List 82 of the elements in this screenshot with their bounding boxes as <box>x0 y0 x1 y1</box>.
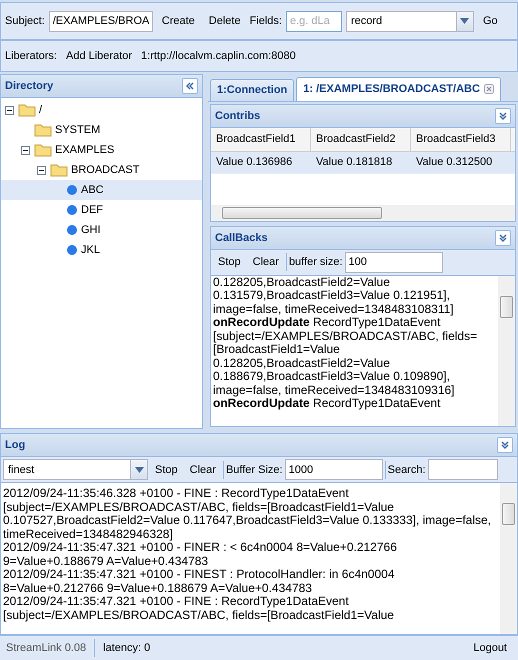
node-dot-icon <box>66 184 78 196</box>
column-header[interactable]: BroadcastField3 <box>411 128 511 151</box>
tree-row[interactable]: GHI <box>1 220 202 240</box>
log-entry: 2012/09/24-11:35:47.321 +0100 - FINE : RecordType1DataEvent [subject=/EXAMPLES/BROADCAST/ABC, fields=[BroadcastField1=Value <box>3 595 395 622</box>
log-entry: 2012/09/24-11:35:47.321 +0100 - FINER : < 6c4n0004 8=Value+0.212766 9=Value+0.188679 A=Value+0.434783 <box>3 541 398 568</box>
stop-button[interactable]: Stop <box>150 462 183 478</box>
double-chevron-down-icon <box>500 440 510 450</box>
caret-down-icon <box>134 466 144 472</box>
folder-icon <box>18 103 36 117</box>
collapse-button[interactable] <box>495 108 511 124</box>
folder-icon <box>34 123 52 137</box>
go-button[interactable]: Go <box>478 13 503 29</box>
tree-row[interactable]: DEF <box>1 200 202 220</box>
callback-entry: onRecordUpdate RecordType1DataEvent <box>213 397 440 411</box>
table-cell-text: Value 0.181818 <box>315 155 394 170</box>
column-header[interactable]: BroadcastField1 <box>211 128 311 151</box>
search-field[interactable] <box>428 459 498 480</box>
vertical-scrollbar[interactable] <box>498 276 515 426</box>
tree-label: GHI <box>81 224 101 236</box>
close-icon[interactable] <box>484 84 494 94</box>
type-dropdown[interactable]: record <box>346 10 474 32</box>
version-label: StreamLink 0.08 <box>6 642 86 654</box>
directory-header: Directory <box>1 75 202 98</box>
buffer-size-field[interactable]: 100 <box>344 252 443 273</box>
tab[interactable]: 1: /EXAMPLES/BROADCAST/ABC <box>296 76 501 101</box>
subject-label: Subject: <box>5 15 45 27</box>
double-chevron-left-icon <box>185 81 195 91</box>
fields-field[interactable]: e.g. dLa <box>286 10 342 32</box>
clear-button[interactable]: Clear <box>248 254 284 270</box>
log-header: Log <box>1 434 517 457</box>
tree-label: ABC <box>81 184 104 196</box>
tree-row[interactable]: JKL <box>1 240 202 260</box>
folder-icon <box>34 143 52 157</box>
tree-label: / <box>39 104 42 116</box>
node-dot-icon <box>66 204 78 216</box>
collapse-button[interactable] <box>495 230 511 246</box>
log-level-dropdown[interactable]: finest <box>3 459 148 480</box>
collapse-toggle-icon[interactable] <box>37 166 46 174</box>
tree-label: JKL <box>81 244 100 256</box>
caret-down-icon <box>460 18 470 24</box>
node-dot-icon <box>66 224 78 236</box>
tree-label: DEF <box>81 204 103 216</box>
folder-icon <box>50 163 68 177</box>
callbacks-header: CallBacks <box>211 226 515 250</box>
log-entry: 2012/09/24-11:35:46.328 +0100 - FINE : RecordType1DataEvent [subject=/EXAMPLES/BROADCAST/ABC, fields=[BroadcastField1=Value 0.107527,BroadcastField2=Value 0.117647,BroadcastField3=Value 0.133333], image=false, timeReceived=1348482946328] <box>3 487 492 541</box>
node-dot-icon <box>66 244 78 256</box>
table-cell-text: Value 0.312500 <box>415 155 494 170</box>
tree-row[interactable]: EXAMPLES <box>1 140 202 160</box>
buffer-size-label: Buffer Size: <box>226 464 283 476</box>
liberators-label: Liberators: <box>5 50 57 62</box>
add-liberator-button[interactable]: Add Liberator <box>60 48 138 64</box>
horizontal-scrollbar[interactable] <box>211 204 515 221</box>
connection-url: 1:rttp://localvm.caplin.com:8080 <box>141 50 296 62</box>
search-label: Search: <box>388 464 426 476</box>
clear-button[interactable]: Clear <box>184 462 221 478</box>
tree-label: BROADCAST <box>71 164 140 176</box>
tree-row[interactable]: / <box>1 100 202 120</box>
table-cell-text: Value 0.136986 <box>215 155 294 170</box>
delete-button[interactable]: Delete <box>204 13 246 29</box>
fields-label: Fields: <box>250 15 282 27</box>
vertical-scrollbar[interactable] <box>500 483 517 634</box>
tree-row[interactable]: ABC <box>1 180 202 200</box>
collapse-toggle-icon[interactable] <box>5 106 14 114</box>
tree-label: EXAMPLES <box>55 144 114 156</box>
column-header[interactable]: BroadcastField2 <box>311 128 411 151</box>
contribs-header: Contribs <box>211 104 515 128</box>
tree-label: SYSTEM <box>55 124 100 136</box>
log-entry: 2012/09/24-11:35:47.321 +0100 - FINEST : ProtocolHandler: in 6c4n0004 8=Value+0.212766 9=Value+0.188679 A=Value+0.434783 <box>3 568 396 595</box>
collapse-toggle-icon[interactable] <box>21 146 30 154</box>
latency-label: latency: 0 <box>103 642 150 654</box>
double-chevron-down-icon <box>498 232 508 243</box>
tab[interactable]: 1:Connection <box>210 78 294 101</box>
stop-button[interactable]: Stop <box>213 254 246 270</box>
double-chevron-down-icon <box>498 110 508 121</box>
collapse-button[interactable] <box>497 437 513 453</box>
buffer-size-label: buffer size: <box>288 256 343 268</box>
create-button[interactable]: Create <box>156 13 200 29</box>
buffer-size-field[interactable]: 1000 <box>284 459 383 480</box>
logout-button[interactable]: Logout <box>468 640 512 656</box>
tree-row[interactable]: SYSTEM <box>1 120 202 140</box>
collapse-button[interactable] <box>182 78 198 94</box>
tree-row[interactable]: BROADCAST <box>1 160 202 180</box>
